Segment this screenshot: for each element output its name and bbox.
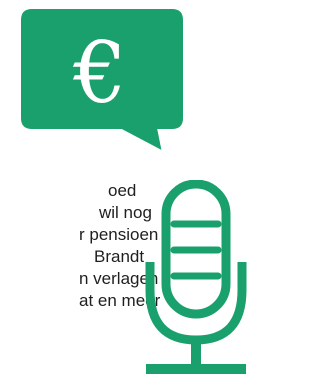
text-line: wil nog (99, 203, 152, 222)
text-line: at en meer (79, 291, 160, 310)
text-line: n verlagen, (79, 269, 160, 288)
article-text: oed wil nog r pensioen, Brandt n verlage… (0, 180, 160, 382)
text-line: r pensioen, (79, 225, 160, 244)
speech-bubble: € (0, 0, 260, 150)
text-line: Brandt (94, 247, 145, 266)
microphone-icon (140, 179, 260, 387)
text-line: oed (108, 181, 137, 200)
euro-icon: € (73, 24, 127, 122)
